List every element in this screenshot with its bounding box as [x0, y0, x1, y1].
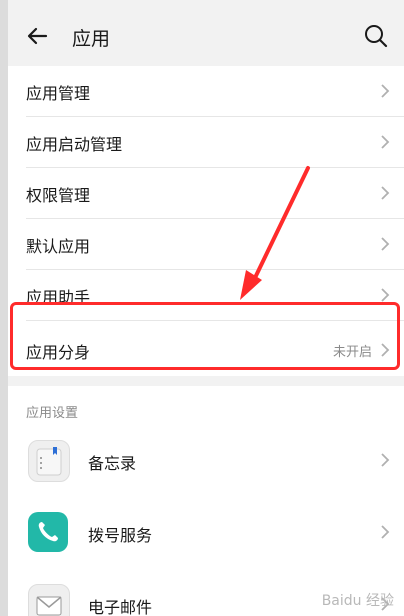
- search-icon[interactable]: [362, 22, 390, 50]
- menu-item-label: 应用启动管理: [26, 135, 123, 154]
- mail-icon: [28, 584, 70, 616]
- watermark: Baidu 经验: [321, 593, 394, 609]
- phone-icon: [28, 512, 68, 552]
- top-bar: 应用: [8, 0, 404, 66]
- section-gap: [8, 376, 404, 386]
- app-item-memo[interactable]: 备忘录: [8, 430, 404, 502]
- menu-item-app-launch[interactable]: 应用启动管理: [8, 117, 404, 168]
- annotation-highlight-box: [10, 302, 400, 370]
- background-strip: [0, 0, 8, 616]
- back-icon[interactable]: [24, 22, 52, 50]
- menu-item-label: 应用管理: [26, 84, 91, 103]
- menu-item-app-management[interactable]: 应用管理: [8, 66, 404, 117]
- memo-icon: [28, 440, 70, 482]
- chevron-right-icon: [380, 236, 390, 252]
- app-item-label: 拨号服务: [88, 526, 153, 545]
- app-item-dialer[interactable]: 拨号服务: [8, 502, 404, 574]
- chevron-right-icon: [380, 287, 390, 303]
- chevron-right-icon: [380, 134, 390, 150]
- chevron-right-icon: [380, 452, 390, 468]
- chevron-right-icon: [380, 185, 390, 201]
- page-title: 应用: [72, 28, 111, 50]
- app-item-label: 备忘录: [88, 454, 137, 473]
- menu-item-permissions[interactable]: 权限管理: [8, 168, 404, 219]
- app-settings-list: 应用设置 备忘录 拨号服务 电子邮件: [8, 386, 404, 616]
- chevron-right-icon: [380, 83, 390, 99]
- menu-item-default-apps[interactable]: 默认应用: [8, 219, 404, 270]
- menu-item-label: 权限管理: [26, 186, 91, 205]
- section-title: 应用设置: [26, 406, 79, 421]
- app-item-label: 电子邮件: [88, 598, 153, 616]
- menu-item-label: 默认应用: [26, 237, 91, 256]
- chevron-right-icon: [380, 524, 390, 540]
